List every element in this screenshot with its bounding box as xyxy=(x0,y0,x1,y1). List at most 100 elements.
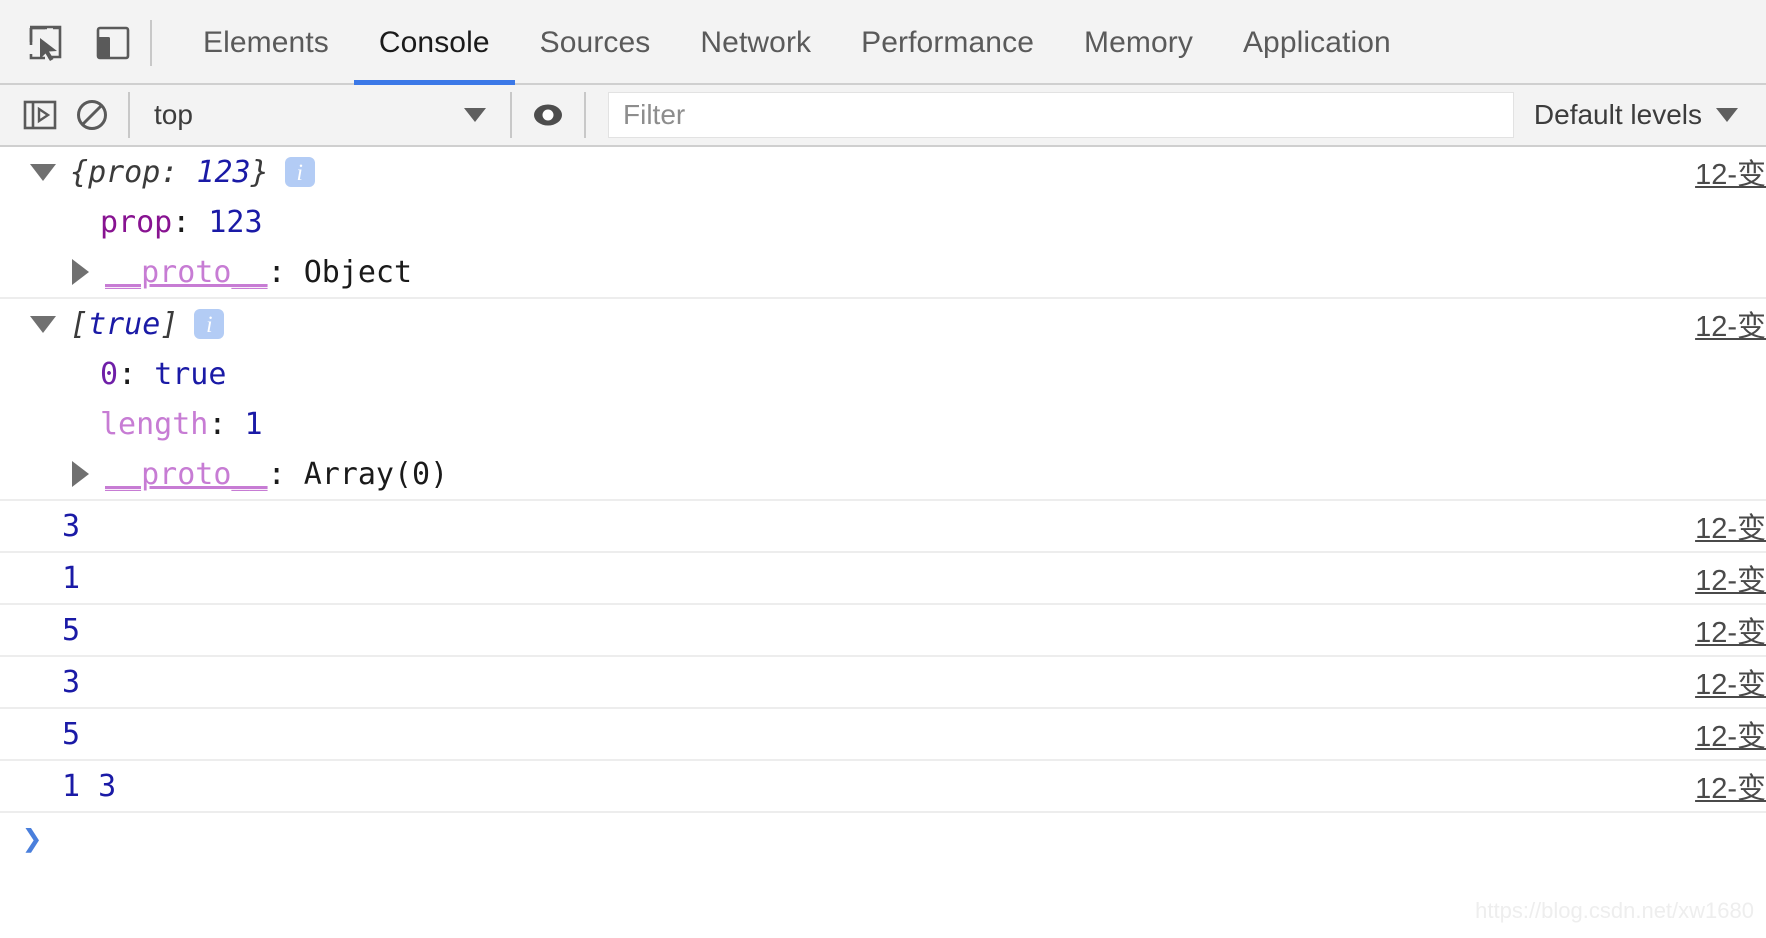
property-value: true xyxy=(154,356,227,392)
console-value-row: 5 12-变 xyxy=(0,709,1766,759)
filter-input[interactable] xyxy=(608,92,1514,138)
prompt-chevron-icon: ❯ xyxy=(22,819,43,859)
console-value-row: 1 12-变 xyxy=(0,553,1766,603)
object-property-row: prop: 123 xyxy=(0,197,1766,247)
devtools-window: Elements Console Sources Network Perform… xyxy=(0,0,1766,938)
tab-network-label: Network xyxy=(700,25,812,59)
expand-triangle-right-icon[interactable] xyxy=(72,259,89,285)
console-message-header[interactable]: {prop: 123} i 12-变 xyxy=(0,147,1766,197)
console-value: 3 xyxy=(62,664,81,700)
console-value: 3 xyxy=(62,508,81,544)
console-message-group: 3 12-变 xyxy=(0,657,1766,709)
inspect-element-icon[interactable] xyxy=(18,16,72,70)
toolbar-divider-1 xyxy=(128,92,130,138)
watermark: https://blog.csdn.net/xw1680 xyxy=(1475,898,1754,923)
info-badge-icon[interactable]: i xyxy=(194,309,225,339)
array-proto-row[interactable]: __proto__: Array(0) xyxy=(0,449,1766,499)
console-toolbar: top Default levels xyxy=(0,85,1766,147)
console-value-row: 1 3 12-变 xyxy=(0,761,1766,811)
preview-close-bracket: ] xyxy=(160,306,179,342)
tab-memory-label: Memory xyxy=(1083,25,1193,59)
log-levels-dropdown[interactable]: Default levels xyxy=(1526,99,1752,131)
source-link[interactable]: 12-变 xyxy=(1695,609,1766,651)
tab-elements[interactable]: Elements xyxy=(178,0,354,85)
object-proto-row[interactable]: __proto__: Object xyxy=(0,247,1766,297)
console-message-group: {prop: 123} i 12-变 prop: 123 __proto__: … xyxy=(0,147,1766,299)
property-colon: : xyxy=(267,456,304,492)
preview-open-bracket: [ xyxy=(70,306,89,342)
property-colon: : xyxy=(208,406,245,442)
clear-console-icon[interactable] xyxy=(66,91,118,139)
console-value: 5 xyxy=(62,612,81,648)
tabbar-tools xyxy=(0,0,140,85)
log-levels-label: Default levels xyxy=(1533,99,1702,130)
console-message-group: 1 12-变 xyxy=(0,553,1766,605)
array-length-row: length: 1 xyxy=(0,399,1766,449)
device-toolbar-icon[interactable] xyxy=(86,16,140,70)
console-message-header[interactable]: [true] i 12-变 xyxy=(0,299,1766,349)
tab-performance[interactable]: Performance xyxy=(836,0,1059,85)
source-link[interactable]: 12-变 xyxy=(1695,303,1766,345)
preview-value: true xyxy=(88,306,161,342)
console-prompt[interactable]: ❯ xyxy=(0,813,1766,865)
console-value: 1 3 xyxy=(62,768,117,804)
console-message-group: [true] i 12-变 0: true length: 1 __proto_… xyxy=(0,299,1766,501)
execution-context-select[interactable]: top xyxy=(140,91,500,139)
preview-value: 123 xyxy=(196,154,251,190)
property-key: prop xyxy=(100,204,173,240)
console-output: {prop: 123} i 12-变 prop: 123 __proto__: … xyxy=(0,147,1766,938)
tab-sources-label: Sources xyxy=(539,25,651,59)
tabbar-divider xyxy=(150,19,152,66)
chevron-down-icon xyxy=(1716,108,1738,122)
preview-open-brace: { xyxy=(70,154,89,190)
array-preview: [true] xyxy=(70,307,178,342)
console-value-row: 3 12-变 xyxy=(0,501,1766,551)
tab-elements-label: Elements xyxy=(203,25,329,59)
preview-key: prop: xyxy=(88,154,197,190)
console-value: 1 xyxy=(62,560,81,596)
expand-triangle-down-icon[interactable] xyxy=(30,315,56,333)
console-value-row: 5 12-变 xyxy=(0,605,1766,655)
tab-network[interactable]: Network xyxy=(675,0,836,85)
devtools-tabs: Elements Console Sources Network Perform… xyxy=(178,0,1416,85)
live-expression-icon[interactable] xyxy=(522,91,574,139)
chevron-down-icon xyxy=(464,108,486,122)
property-value: 123 xyxy=(208,204,263,240)
console-message-group: 1 3 12-变 xyxy=(0,761,1766,813)
source-link[interactable]: 12-变 xyxy=(1695,505,1766,547)
property-colon: : xyxy=(267,254,304,290)
execution-context-value: top xyxy=(154,99,193,130)
expand-triangle-down-icon[interactable] xyxy=(30,163,56,181)
tab-application[interactable]: Application xyxy=(1218,0,1416,85)
object-preview: {prop: 123} xyxy=(70,155,269,190)
tab-sources[interactable]: Sources xyxy=(515,0,676,85)
toolbar-divider-2 xyxy=(510,92,512,138)
property-key: length xyxy=(100,406,209,442)
info-badge-icon[interactable]: i xyxy=(284,157,315,187)
property-value: Array(0) xyxy=(303,456,449,492)
source-link[interactable]: 12-变 xyxy=(1695,713,1766,755)
console-message-group: 5 12-变 xyxy=(0,709,1766,761)
console-value: 5 xyxy=(62,716,81,752)
property-colon: : xyxy=(118,356,155,392)
tab-console[interactable]: Console xyxy=(353,0,515,85)
devtools-tabbar: Elements Console Sources Network Perform… xyxy=(0,0,1766,85)
console-message-group: 5 12-变 xyxy=(0,605,1766,657)
property-value: Object xyxy=(303,254,413,290)
console-value-row: 3 12-变 xyxy=(0,657,1766,707)
source-link[interactable]: 12-变 xyxy=(1695,557,1766,599)
console-sidebar-icon[interactable] xyxy=(14,91,66,139)
source-link[interactable]: 12-变 xyxy=(1695,151,1766,193)
console-message-group: 3 12-变 xyxy=(0,501,1766,553)
preview-close-brace: } xyxy=(250,154,269,190)
property-key: __proto__ xyxy=(105,456,268,492)
source-link[interactable]: 12-变 xyxy=(1695,765,1766,807)
source-link[interactable]: 12-变 xyxy=(1695,661,1766,703)
property-key: __proto__ xyxy=(105,254,268,290)
property-value: 1 xyxy=(244,406,263,442)
tab-memory[interactable]: Memory xyxy=(1059,0,1218,85)
array-index-row: 0: true xyxy=(0,349,1766,399)
property-colon: : xyxy=(172,204,209,240)
tab-console-label: Console xyxy=(378,25,490,59)
expand-triangle-right-icon[interactable] xyxy=(72,461,89,487)
